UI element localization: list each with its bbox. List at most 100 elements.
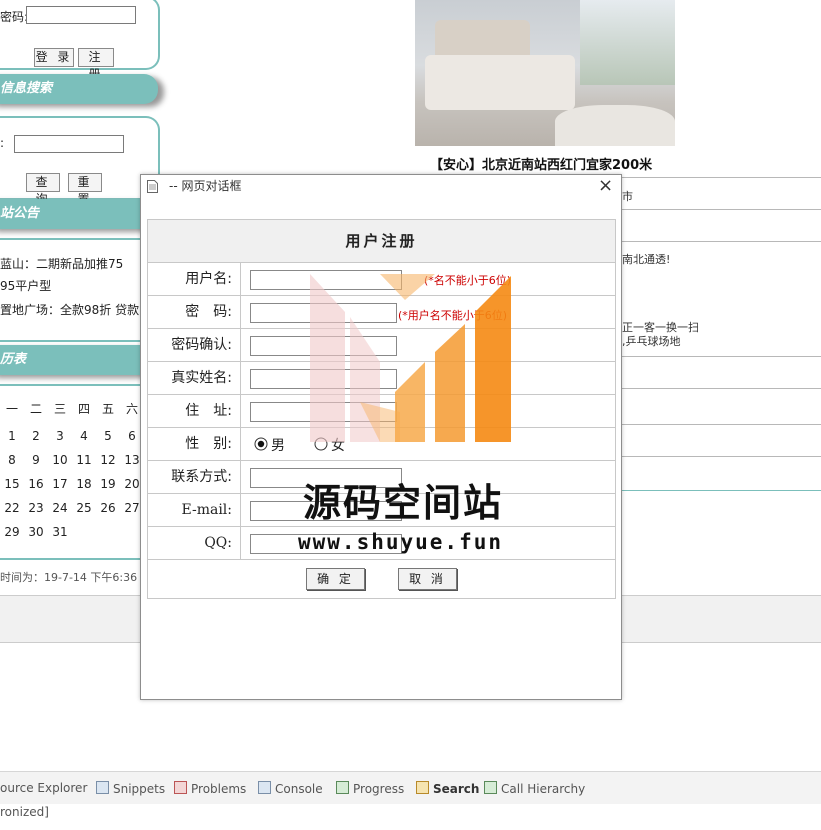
calendar-day[interactable]: 17 [48, 477, 72, 491]
password-field-label: 密 码: [185, 304, 232, 320]
calendar-day[interactable]: 25 [72, 501, 96, 515]
login-button[interactable]: 登 录 [34, 48, 74, 67]
calendar-day[interactable]: 5 [96, 429, 120, 443]
reset-button[interactable]: 重 置 [68, 173, 102, 206]
calendar-day[interactable]: 22 [0, 501, 24, 515]
confirm-button[interactable]: 确 定 [306, 568, 365, 590]
calendar-day[interactable]: 8 [0, 453, 24, 467]
search-field-label: : [0, 136, 5, 150]
notice-item[interactable]: 置地广场：全款98折 贷款 [0, 301, 139, 318]
notice-item[interactable]: 95平户型 [0, 277, 51, 294]
calendar-day[interactable]: 4 [72, 429, 96, 443]
weekday-label: 五 [101, 402, 114, 416]
contact-label: 联系方式: [171, 469, 232, 485]
tab-snippets[interactable]: Snippets [96, 781, 165, 796]
calendar-day[interactable]: 24 [48, 501, 72, 515]
tab-progress[interactable]: Progress [336, 781, 404, 796]
watermark-bar [435, 324, 465, 442]
problems-icon [174, 781, 187, 794]
notice-title: 站公告 [0, 206, 40, 221]
notice-panel: 蓝山：二期新品加推75 95平户型 置地广场：全款98折 贷款 [0, 238, 160, 342]
calendar-day[interactable]: 11 [72, 453, 96, 467]
search-header: 信息搜索 [0, 74, 158, 104]
calendar-header: 历表 [0, 345, 158, 375]
form-actions: 确 定 取 消 [148, 560, 615, 598]
address-label: 住 址: [185, 403, 232, 419]
email-label: E-mail: [181, 502, 232, 518]
gender-male-label[interactable]: 男 [271, 435, 285, 455]
calendar-day[interactable]: 19 [96, 477, 120, 491]
calendar-day[interactable]: 1 [0, 429, 24, 443]
list-divider [620, 456, 821, 457]
search-input[interactable] [14, 135, 124, 153]
calendar-day[interactable]: 15 [0, 477, 24, 491]
calendar-day[interactable]: 9 [24, 453, 48, 467]
page-icon [147, 180, 158, 193]
calendar-day[interactable]: 23 [24, 501, 48, 515]
call-hierarchy-icon [484, 781, 497, 794]
eclipse-view-tabs: ource Explorer Snippets Problems Console… [0, 771, 821, 804]
password-input[interactable] [26, 6, 136, 24]
list-divider [620, 490, 821, 491]
watermark-url: www.shuyue.fun [298, 530, 504, 554]
calendar-day[interactable]: 3 [48, 429, 72, 443]
window-view [580, 0, 675, 85]
weekday-label: 四 [77, 402, 90, 416]
confirm-password-label: 密码确认: [171, 337, 232, 353]
bed [425, 55, 575, 110]
calendar-day[interactable]: 29 [0, 525, 24, 539]
cancel-button[interactable]: 取 消 [398, 568, 457, 590]
password-label: 密码: [0, 10, 29, 24]
tab-search[interactable]: Search [416, 781, 479, 796]
notice-item[interactable]: 蓝山：二期新品加推75 [0, 255, 123, 272]
listing-snippet: ,乒乓球场地 [622, 335, 681, 348]
list-divider [620, 424, 821, 425]
tab-source-explorer[interactable]: ource Explorer [0, 781, 87, 795]
list-divider [620, 177, 821, 178]
dialog-titlebar[interactable]: -- 网页对话框 × [141, 175, 621, 197]
calendar-day[interactable]: 26 [96, 501, 120, 515]
calendar-day[interactable]: 2 [24, 429, 48, 443]
listing-snippet: 市 [622, 190, 633, 203]
gender-male-radio[interactable] [254, 437, 268, 451]
tab-console[interactable]: Console [258, 781, 323, 796]
list-divider [620, 241, 821, 242]
tab-problems[interactable]: Problems [174, 781, 246, 796]
watermark-shape [310, 274, 345, 442]
watermark-bar [395, 362, 425, 442]
login-panel: 密码: 登 录 注 册 [0, 0, 160, 81]
watermark-bar [475, 276, 511, 442]
list-divider [620, 388, 821, 389]
realname-label: 真实姓名: [171, 370, 232, 386]
dialog-title: -- 网页对话框 [169, 179, 242, 193]
calendar-day[interactable]: 18 [72, 477, 96, 491]
search-title: 信息搜索 [0, 81, 53, 96]
query-button[interactable]: 查 询 [26, 173, 60, 206]
register-button[interactable]: 注 册 [78, 48, 114, 81]
footer-time: 时间为：19-7-14 下午6:36 [0, 571, 138, 584]
weekday-label: 三 [53, 402, 66, 416]
gender-label: 性 别: [185, 436, 232, 452]
calendar-day[interactable]: 10 [48, 453, 72, 467]
calendar-day[interactable]: 12 [96, 453, 120, 467]
notice-header: 站公告 [0, 199, 158, 229]
calendar-day[interactable]: 16 [24, 477, 48, 491]
weekday-label: 二 [29, 402, 42, 416]
listing-caption[interactable]: 【安心】北京近南站西红门宜家200米 [430, 154, 652, 173]
tab-call-hierarchy[interactable]: Call Hierarchy [484, 781, 585, 796]
search-icon [416, 781, 429, 794]
weekday-label: 一 [5, 402, 18, 416]
close-icon[interactable]: × [598, 175, 613, 197]
listing-photo[interactable] [415, 0, 675, 146]
console-icon [258, 781, 271, 794]
snippets-icon [96, 781, 109, 794]
list-divider [620, 209, 821, 210]
headboard [435, 20, 530, 60]
calendar-grid: 一 二 三 四 五 六 1 2 3 4 5 6 8 9 10 11 12 13 … [0, 400, 150, 550]
listing-snippet: 南北通透! [622, 253, 671, 266]
calendar-day[interactable]: 31 [48, 525, 72, 539]
rug [555, 105, 675, 146]
eclipse-status: ronized] [0, 805, 49, 819]
calendar-day[interactable]: 30 [24, 525, 48, 539]
username-label: 用户名: [185, 271, 232, 287]
